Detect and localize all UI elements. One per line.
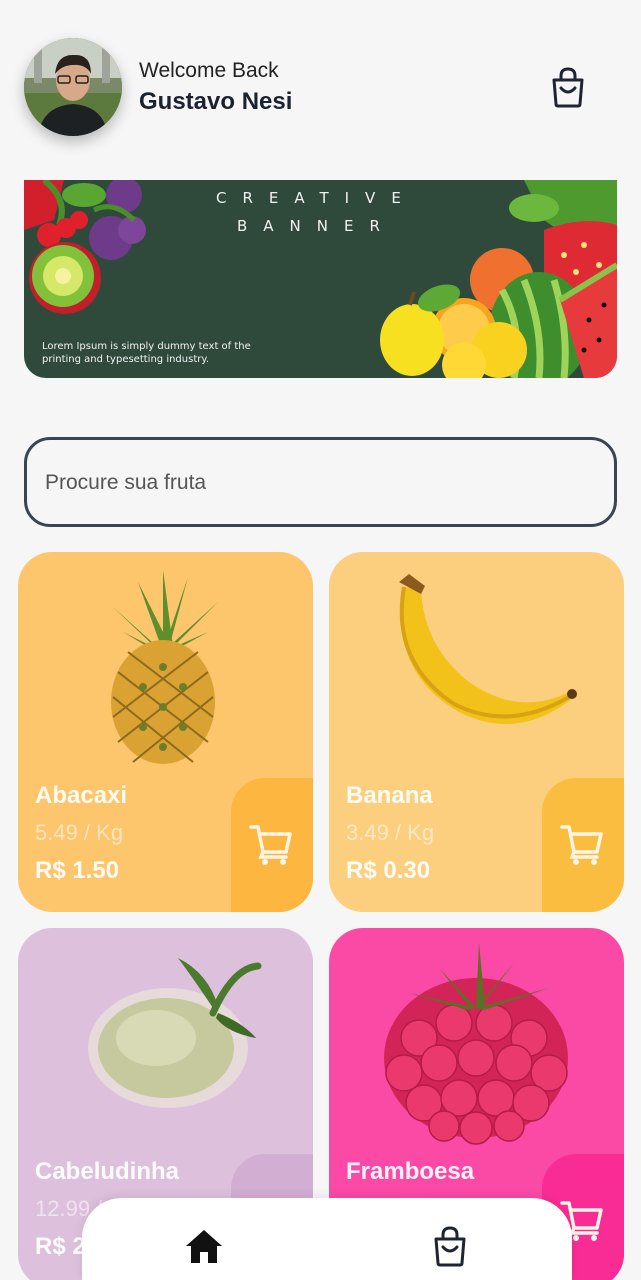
promo-banner[interactable]: CREATIVE BANNER Lorem Ipsum is simply du…	[24, 180, 617, 378]
shopping-bag-icon[interactable]	[548, 66, 588, 110]
product-price: R$ 1.50	[35, 857, 120, 884]
add-to-cart-button[interactable]	[542, 778, 624, 912]
product-name: Abacaxi	[35, 782, 128, 809]
product-unit-price: 3.49 / Kg	[346, 820, 435, 845]
product-name: Cabeludinha	[35, 1158, 180, 1185]
greeting-text: Welcome Back	[139, 59, 279, 82]
banner-title-line2: BANNER	[237, 217, 396, 235]
cart-icon	[249, 825, 292, 865]
product-unit-price: 5.49 / Kg	[35, 820, 124, 845]
product-card[interactable]: Abacaxi 5.49 / Kg R$ 1.50	[18, 552, 313, 912]
search-input[interactable]	[45, 464, 585, 502]
product-card[interactable]: Banana 3.49 / Kg R$ 0.30	[329, 552, 624, 912]
product-name: Framboesa	[346, 1158, 475, 1185]
banner-description: Lorem Ipsum is simply dummy text of the …	[42, 341, 251, 365]
cart-icon	[560, 825, 603, 865]
add-to-cart-button[interactable]	[231, 778, 313, 912]
banner-title-line1: CREATIVE	[216, 189, 417, 207]
home-icon[interactable]	[184, 1226, 224, 1266]
bottom-nav	[82, 1198, 572, 1280]
user-name: Gustavo Nesi	[139, 88, 293, 115]
product-price: R$ 2	[35, 1233, 86, 1260]
header: Welcome Back Gustavo Nesi	[0, 0, 641, 150]
product-price: R$ 0.30	[346, 857, 431, 884]
search-box[interactable]	[24, 437, 617, 527]
product-name: Banana	[346, 782, 433, 809]
avatar[interactable]	[24, 38, 122, 136]
shopping-bag-icon[interactable]	[430, 1226, 470, 1268]
